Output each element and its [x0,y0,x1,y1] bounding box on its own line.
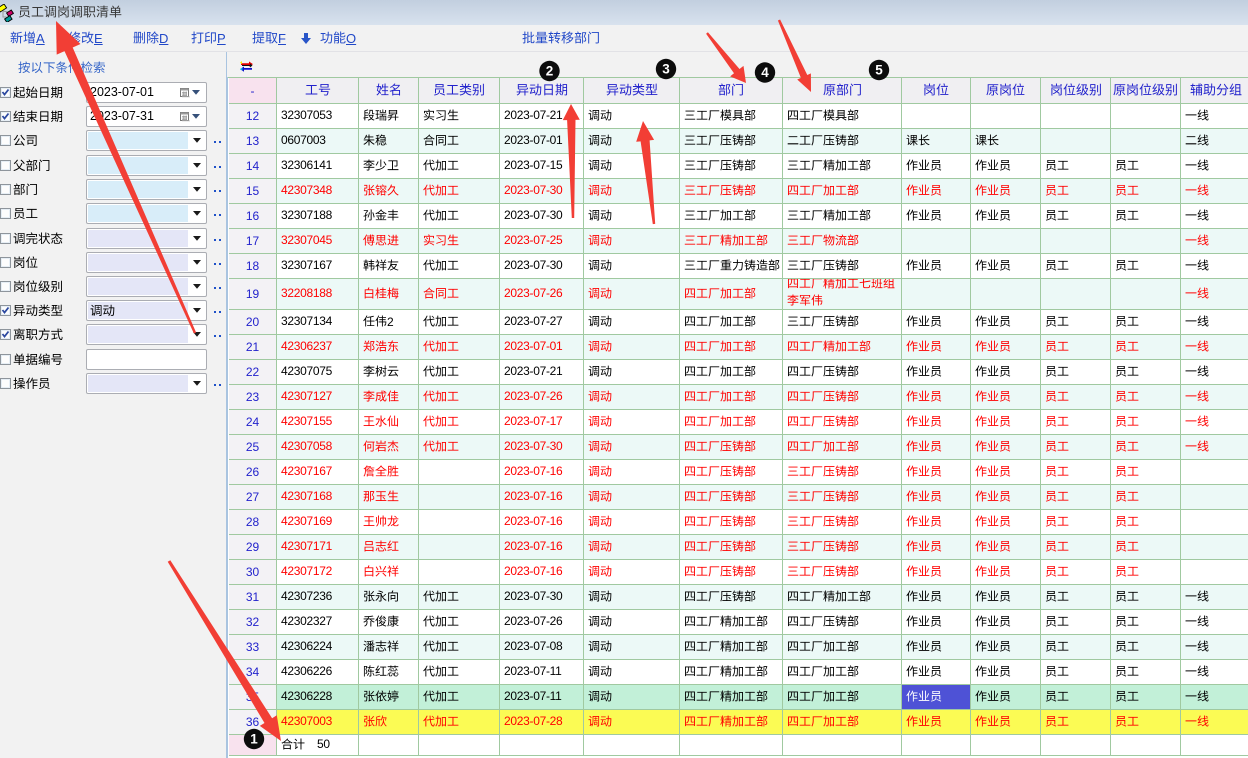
svg-text:3: 3 [662,62,670,77]
svg-text:4: 4 [761,65,769,80]
svg-text:1: 1 [250,732,258,747]
svg-text:2: 2 [546,64,554,79]
svg-text:5: 5 [875,63,883,78]
